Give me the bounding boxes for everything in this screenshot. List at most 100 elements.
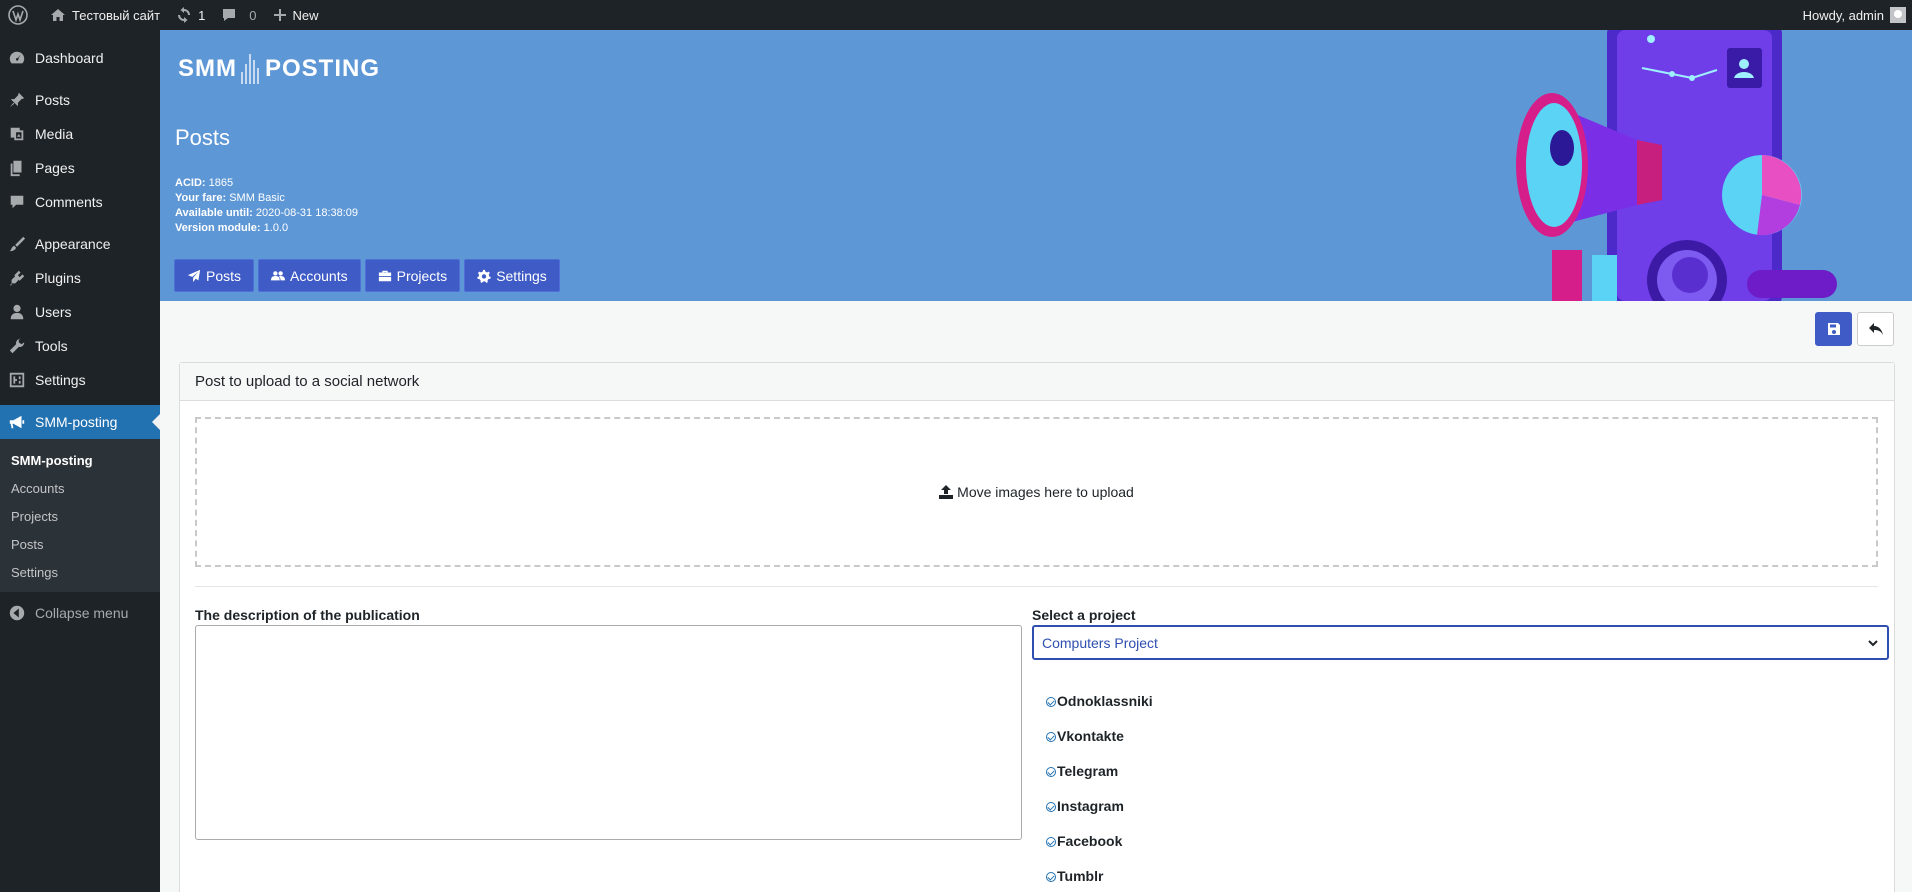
image-upload-dropzone[interactable]: Move images here to upload — [195, 417, 1878, 567]
page-title: Posts — [175, 125, 231, 150]
acid-value: 1865 — [208, 177, 234, 189]
fare-value: SMM Basic — [229, 192, 285, 204]
users-icon — [271, 270, 286, 280]
smm-posting-submenu: SMM-posting Accounts Projects Posts Sett… — [0, 439, 160, 592]
save-button[interactable] — [1815, 312, 1852, 346]
megaphone-illustration — [1512, 30, 1912, 301]
comments-count: 0 — [249, 7, 257, 23]
network-item-vkontakte[interactable]: Vkontakte — [1046, 709, 1153, 744]
network-item-telegram[interactable]: Telegram — [1046, 744, 1153, 779]
description-label: The description of the publication — [195, 607, 420, 623]
project-select[interactable]: Computers Project — [1032, 625, 1889, 660]
tab-projects[interactable]: Projects — [364, 259, 461, 292]
settings-icon — [9, 372, 25, 388]
wrench-icon — [9, 338, 25, 354]
admin-bar: Тестовый сайт 1 0 New Howdy, admin — [0, 0, 1912, 30]
tab-accounts[interactable]: Accounts — [258, 259, 361, 292]
submenu-item-settings[interactable]: Settings — [0, 558, 160, 586]
home-icon — [51, 9, 65, 21]
network-label: Instagram — [1057, 798, 1124, 814]
main-content: SMM POSTING Posts ACID: 1865 Your fare: … — [160, 30, 1912, 892]
sidebar-item-comments[interactable]: Comments — [0, 185, 160, 219]
tab-posts[interactable]: Posts — [174, 259, 255, 292]
version-value: 1.0.0 — [263, 222, 289, 234]
wp-logo-button[interactable] — [0, 0, 42, 30]
tab-label: Settings — [496, 267, 547, 284]
refresh-icon — [178, 7, 191, 23]
sidebar-item-dashboard[interactable]: Dashboard — [0, 41, 160, 75]
collapse-menu-button[interactable]: Collapse menu — [0, 596, 160, 630]
tab-label: Projects — [396, 267, 448, 284]
card-title: Post to upload to a social network — [180, 363, 1894, 401]
sidebar-item-smm-posting[interactable]: SMM-posting — [0, 405, 160, 439]
plus-icon — [273, 9, 286, 21]
collapse-menu-label: Collapse menu — [35, 605, 129, 621]
tab-settings[interactable]: Settings — [464, 259, 560, 292]
sidebar-item-plugins[interactable]: Plugins — [0, 261, 160, 295]
sidebar-item-label: Appearance — [35, 236, 111, 252]
network-item-instagram[interactable]: Instagram — [1046, 779, 1153, 814]
gear-icon — [477, 269, 492, 283]
sidebar-item-label: Pages — [35, 160, 75, 176]
submenu-item-accounts[interactable]: Accounts — [0, 474, 160, 502]
network-item-odnoklassniki[interactable]: Odnoklassniki — [1046, 674, 1153, 709]
paintbrush-icon — [9, 236, 26, 252]
account-meta: ACID: 1865 Your fare: SMM Basic Availabl… — [175, 176, 358, 236]
page-toolbar — [1810, 312, 1894, 346]
submenu-item-smm-posting[interactable]: SMM-posting — [0, 446, 160, 474]
network-item-tumblr[interactable]: Tumblr — [1046, 849, 1153, 884]
pin-icon — [9, 92, 25, 108]
back-button[interactable] — [1857, 312, 1894, 346]
paper-plane-icon — [187, 269, 201, 282]
sidebar-item-media[interactable]: Media — [0, 117, 160, 151]
acid-label: ACID: — [175, 177, 206, 189]
sidebar-item-label: Dashboard — [35, 50, 104, 66]
check-circle-icon — [1046, 697, 1056, 707]
description-textarea[interactable] — [195, 625, 1022, 840]
sidebar-item-users[interactable]: Users — [0, 295, 160, 329]
wordpress-icon — [8, 5, 28, 25]
site-name: Тестовый сайт — [72, 7, 161, 23]
check-circle-icon — [1046, 802, 1056, 812]
media-icon — [10, 127, 24, 141]
check-circle-icon — [1046, 732, 1056, 742]
collapse-icon — [9, 605, 25, 621]
sidebar-item-posts[interactable]: Posts — [0, 83, 160, 117]
sidebar-item-label: Plugins — [35, 270, 81, 286]
plugin-header: SMM POSTING Posts ACID: 1865 Your fare: … — [160, 30, 1912, 301]
floppy-disk-icon — [1827, 323, 1840, 335]
plugin-icon — [9, 270, 25, 286]
sidebar-item-label: Users — [35, 304, 72, 320]
plugin-tabs: Posts Accounts Projects Settings — [174, 259, 564, 292]
user-icon — [10, 304, 24, 320]
site-name-link[interactable]: Тестовый сайт — [42, 0, 168, 30]
updates-link[interactable]: 1 — [168, 0, 213, 30]
reply-icon — [1868, 323, 1883, 335]
network-label: Odnoklassniki — [1057, 693, 1153, 709]
network-list: Odnoklassniki Vkontakte Telegram Instagr… — [1046, 674, 1153, 884]
version-label: Version module: — [175, 222, 261, 234]
tab-label: Accounts — [290, 267, 348, 284]
submenu-item-projects[interactable]: Projects — [0, 502, 160, 530]
comment-icon — [223, 9, 236, 21]
sidebar-item-appearance[interactable]: Appearance — [0, 227, 160, 261]
check-circle-icon — [1046, 837, 1056, 847]
upload-icon — [939, 485, 954, 499]
logo-text-right: POSTING — [265, 55, 381, 82]
tab-label: Posts — [206, 267, 242, 284]
sidebar-item-pages[interactable]: Pages — [0, 151, 160, 185]
pages-icon — [10, 160, 22, 177]
network-label: Telegram — [1057, 763, 1119, 779]
submenu-item-posts[interactable]: Posts — [0, 530, 160, 558]
logo-text-left: SMM — [178, 55, 237, 82]
smm-posting-logo: SMM POSTING — [178, 54, 380, 84]
my-account-link[interactable]: Howdy, admin — [1795, 0, 1912, 30]
available-until-value: 2020-08-31 18:38:09 — [255, 207, 359, 219]
divider — [195, 586, 1878, 587]
comments-link[interactable]: 0 — [213, 0, 264, 30]
sidebar-item-label: Settings — [35, 372, 86, 388]
sidebar-item-tools[interactable]: Tools — [0, 329, 160, 363]
sidebar-item-settings[interactable]: Settings — [0, 363, 160, 397]
network-item-facebook[interactable]: Facebook — [1046, 814, 1153, 849]
new-content-link[interactable]: New — [265, 0, 327, 30]
